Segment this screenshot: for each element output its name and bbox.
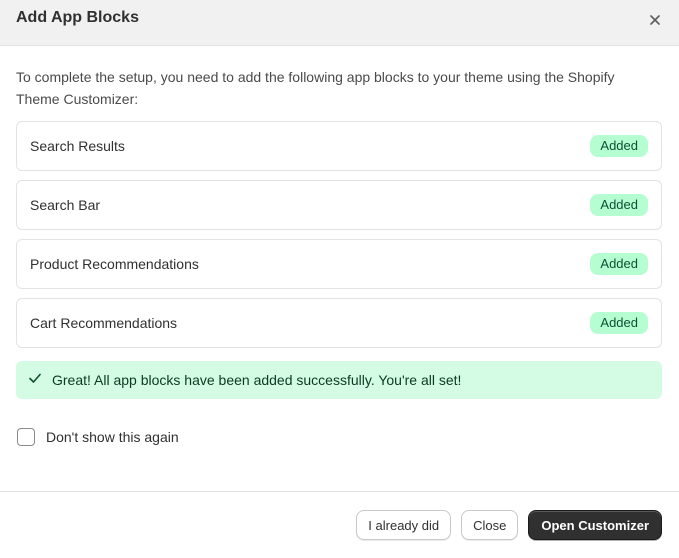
close-button[interactable]: Close bbox=[461, 510, 519, 540]
dialog-title: Add App Blocks bbox=[16, 8, 139, 26]
app-block-label: Cart Recommendations bbox=[30, 315, 178, 331]
app-block-label: Search Results bbox=[30, 138, 125, 154]
app-block-list: Search Results Added Search Bar Added Pr… bbox=[16, 121, 662, 348]
status-badge: Added bbox=[590, 135, 648, 157]
app-block-item: Cart Recommendations Added bbox=[16, 298, 662, 348]
app-block-label: Product Recommendations bbox=[30, 256, 199, 272]
success-message: Great! All app blocks have been added su… bbox=[52, 372, 462, 388]
status-badge: Added bbox=[590, 253, 648, 275]
dialog-header: Add App Blocks bbox=[0, 0, 679, 46]
status-badge: Added bbox=[590, 194, 648, 216]
already-did-button[interactable]: I already did bbox=[356, 510, 452, 540]
app-block-label: Search Bar bbox=[30, 197, 101, 213]
app-block-item: Search Bar Added bbox=[16, 180, 662, 230]
dialog-body: To complete the setup, you need to add t… bbox=[0, 66, 679, 446]
dont-show-again-label[interactable]: Don't show this again bbox=[46, 429, 179, 445]
checkmark-icon bbox=[28, 371, 42, 390]
dont-show-again-row: Don't show this again bbox=[16, 428, 662, 446]
dont-show-again-checkbox[interactable] bbox=[17, 428, 35, 446]
open-customizer-button[interactable]: Open Customizer bbox=[528, 510, 662, 540]
success-banner: Great! All app blocks have been added su… bbox=[16, 361, 662, 399]
add-app-blocks-dialog: Add App Blocks To complete the setup, yo… bbox=[0, 0, 679, 558]
app-block-item: Search Results Added bbox=[16, 121, 662, 171]
close-icon[interactable] bbox=[645, 10, 665, 30]
intro-text: To complete the setup, you need to add t… bbox=[16, 69, 615, 107]
app-block-item: Product Recommendations Added bbox=[16, 239, 662, 289]
dialog-footer: I already did Close Open Customizer bbox=[0, 491, 679, 558]
status-badge: Added bbox=[590, 312, 648, 334]
